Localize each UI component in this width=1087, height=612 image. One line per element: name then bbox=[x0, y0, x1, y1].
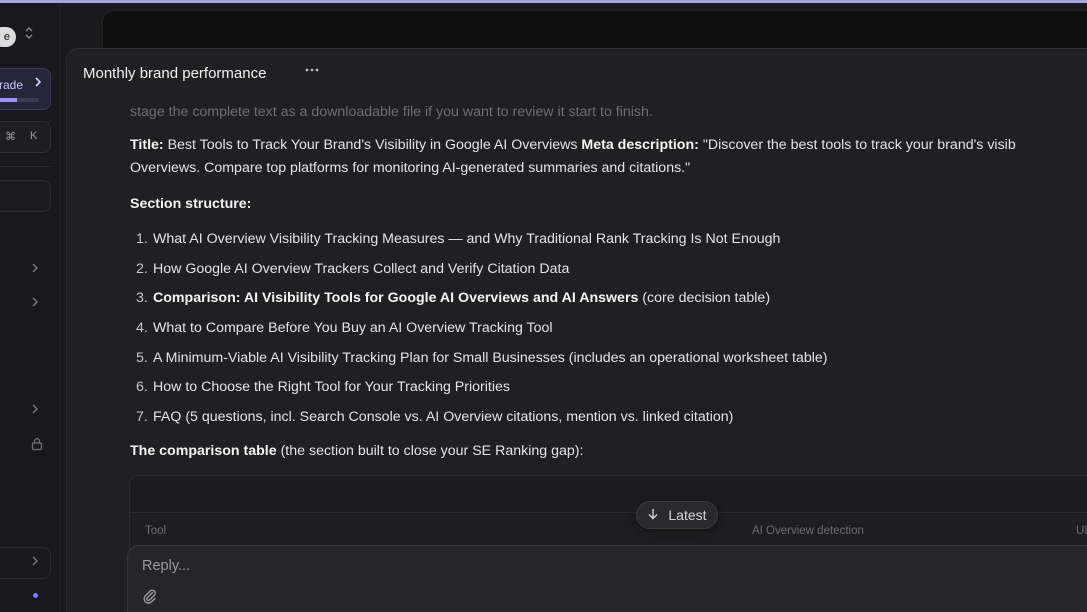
title-label: Title: bbox=[130, 137, 164, 153]
chevron-right-icon bbox=[34, 76, 42, 91]
comparison-table-intro: The comparison table (the section built … bbox=[130, 443, 584, 459]
chevron-right-icon[interactable] bbox=[31, 296, 39, 311]
title-meta-paragraph: Title: Best Tools to Track Your Brand's … bbox=[130, 134, 1087, 180]
outline-item: 3. Comparison: AI Visibility Tools for Go… bbox=[136, 290, 771, 307]
sidebar-divider bbox=[0, 166, 51, 167]
lock-icon bbox=[30, 437, 44, 451]
conversation-panel: Monthly brand performance stage the comp… bbox=[66, 48, 1087, 612]
command-key-icon: ⌘ bbox=[5, 131, 16, 143]
workspace-badge[interactable]: e bbox=[0, 27, 16, 47]
chat-title[interactable]: Monthly brand performance bbox=[83, 65, 266, 82]
chevron-right-icon[interactable] bbox=[31, 262, 39, 277]
sidebar-bottom-item[interactable] bbox=[0, 547, 51, 579]
k-key-label: K bbox=[30, 130, 38, 142]
sidebar-search[interactable] bbox=[0, 180, 51, 212]
table-header-ai-overview: AI Overview detection bbox=[752, 525, 864, 537]
meta-label: Meta description: bbox=[581, 137, 699, 153]
paperclip-icon[interactable] bbox=[142, 588, 160, 606]
section-structure-heading: Section structure: bbox=[130, 196, 252, 212]
meta-text-2: Overviews. Compare top platforms for mon… bbox=[130, 160, 691, 176]
ellipsis-icon[interactable] bbox=[304, 63, 320, 81]
jump-to-latest-button[interactable]: Latest bbox=[636, 501, 718, 529]
outline-item: 2. How Google AI Overview Trackers Collec… bbox=[136, 260, 570, 277]
background-window bbox=[102, 10, 1087, 50]
chevron-right-icon[interactable] bbox=[31, 403, 39, 418]
outline-item: 4. What to Compare Before You Buy an AI O… bbox=[136, 320, 553, 337]
reply-input[interactable] bbox=[142, 554, 742, 578]
window-top-strip bbox=[0, 0, 1087, 3]
table-header-tool: Tool bbox=[145, 525, 167, 537]
chevron-right-icon bbox=[31, 555, 39, 570]
outline-item: 7. FAQ (5 questions, incl. Search Console… bbox=[136, 409, 734, 426]
meta-text-1: "Discover the best tools to track your b… bbox=[698, 137, 1016, 153]
outline-item: 5. A Minimum-Viable AI Visibility Trackin… bbox=[136, 349, 828, 366]
latest-label: Latest bbox=[668, 507, 707, 523]
title-meta-line-1: Title: Best Tools to Track Your Brand's … bbox=[130, 134, 1087, 157]
outline-item: 6. How to Choose the Right Tool for Your … bbox=[136, 379, 510, 396]
outline-item: 1. What AI Overview Visibility Tracking M… bbox=[136, 231, 781, 247]
section-outline-list: 1. What AI Overview Visibility Tracking M… bbox=[130, 228, 828, 436]
notification-dot bbox=[33, 593, 38, 598]
usage-progress-bar bbox=[0, 98, 39, 102]
reply-composer bbox=[127, 545, 1087, 612]
title-text: Best Tools to Track Your Brand's Visibil… bbox=[163, 137, 582, 153]
table-header-ui: UI bbox=[1076, 525, 1087, 537]
usage-progress-fill bbox=[0, 98, 17, 102]
upgrade-label: rade bbox=[0, 78, 24, 92]
search-shortcut-button[interactable]: ⌘ K bbox=[0, 121, 51, 153]
faded-intro-text: stage the complete text as a downloadabl… bbox=[130, 104, 653, 120]
sidebar: e rade ⌘ K bbox=[0, 3, 60, 612]
arrow-down-icon bbox=[647, 507, 663, 523]
upgrade-plan-button[interactable]: rade bbox=[0, 68, 51, 110]
chevron-up-down-icon[interactable] bbox=[24, 26, 34, 43]
